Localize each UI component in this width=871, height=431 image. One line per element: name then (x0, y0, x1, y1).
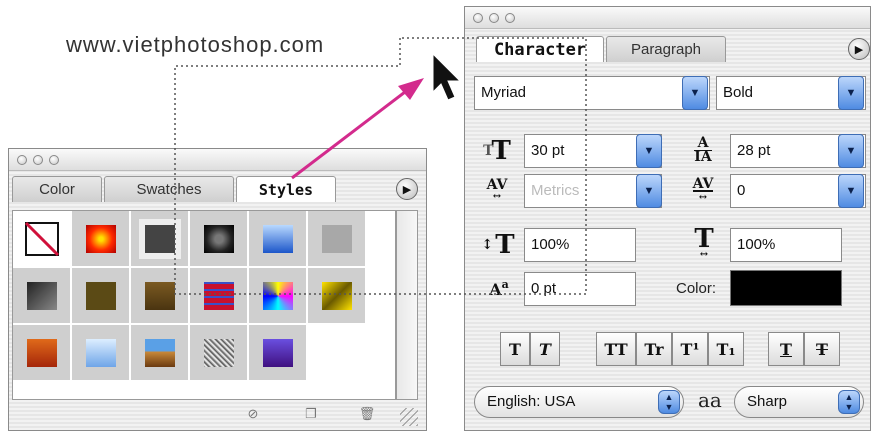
style-swatch-red-stripes[interactable] (190, 268, 248, 324)
language-value: English: USA (487, 393, 576, 410)
chevron-down-icon: ▼ (643, 185, 655, 197)
zoom-dot[interactable] (49, 154, 59, 165)
chevron-down-icon: ▼ (689, 87, 701, 99)
baseline-shift-input[interactable]: 0 pt (524, 272, 636, 306)
font-size-icon: TT (483, 136, 511, 166)
language-select[interactable]: English: USA ▲ ▼ (474, 386, 684, 418)
character-panel-menu-button[interactable]: ▶ (848, 38, 870, 60)
chevron-down-icon: ▼ (845, 185, 857, 197)
kerning-dropdown-button[interactable]: ▼ (636, 174, 662, 208)
resize-grip-icon[interactable] (400, 408, 418, 426)
text-color-swatch[interactable] (730, 270, 842, 306)
antialias-value: Sharp (747, 393, 788, 410)
tab-styles[interactable]: Styles (236, 176, 336, 202)
chevron-down-icon: ▼ (845, 87, 857, 99)
styles-panel-menu-button[interactable]: ▶ (396, 178, 418, 200)
tracking-dropdown-button[interactable]: ▼ (838, 174, 864, 208)
new-style-icon[interactable]: ❐ (300, 404, 322, 424)
style-swatch-multicolor[interactable] (249, 268, 307, 324)
mouse-cursor-icon (432, 52, 462, 101)
style-swatch-yellow-marble[interactable] (308, 268, 366, 324)
style-swatch-olive[interactable] (72, 268, 130, 324)
horizontal-scale-input[interactable]: 100% (730, 228, 842, 262)
no-style-icon (24, 221, 59, 256)
antialias-select[interactable]: Sharp ▲ ▼ (734, 386, 864, 418)
all-caps-button[interactable]: TT (596, 332, 636, 366)
close-dot[interactable] (17, 154, 27, 165)
minimize-dot[interactable] (489, 12, 499, 23)
leading-dropdown-button[interactable]: ▼ (838, 134, 864, 168)
style-swatch-grey[interactable] (308, 211, 366, 267)
up-down-arrows-icon: ▲ ▼ (658, 390, 680, 414)
style-swatch-brown[interactable] (131, 268, 189, 324)
baseline-shift-icon: Aa (489, 277, 509, 299)
font-family-dropdown-button[interactable]: ▼ (682, 76, 708, 110)
style-swatch-sunset[interactable] (13, 325, 71, 381)
trash-icon[interactable]: 🗑 (356, 404, 378, 424)
zoom-dot[interactable] (505, 12, 515, 23)
style-swatch-landscape[interactable] (131, 325, 189, 381)
style-swatch-dark-texture[interactable] (13, 268, 71, 324)
faux-bold-button[interactable]: T (500, 332, 530, 366)
close-dot[interactable] (473, 12, 483, 23)
styles-panel-titlebar[interactable] (9, 149, 426, 171)
style-swatch-dark-inset[interactable] (131, 211, 189, 267)
style-swatch-sky[interactable] (72, 325, 130, 381)
color-label: Color: (676, 280, 717, 297)
font-style-dropdown-button[interactable]: ▼ (838, 76, 864, 110)
play-right-icon: ▶ (402, 183, 412, 196)
style-none[interactable] (13, 211, 71, 267)
font-size-dropdown-button[interactable]: ▼ (636, 134, 662, 168)
tab-swatches[interactable]: Swatches (104, 176, 234, 202)
vertical-scale-input[interactable]: 100% (524, 228, 636, 262)
leading-icon: A IA (694, 134, 712, 165)
tab-character[interactable]: Character (476, 36, 604, 62)
kerning-icon: AV ↔ (486, 177, 508, 202)
tab-color[interactable]: Color (12, 176, 102, 202)
tab-paragraph[interactable]: Paragraph (606, 36, 726, 62)
style-swatch-noise[interactable] (190, 325, 248, 381)
superscript-button[interactable]: T¹ (672, 332, 708, 366)
antialias-icon: aa (698, 388, 722, 412)
subscript-button[interactable]: T₁ (708, 332, 744, 366)
character-panel-titlebar[interactable] (465, 7, 870, 29)
style-swatch-red-glow[interactable] (72, 211, 130, 267)
no-style-icon[interactable]: ⊘ (242, 404, 264, 424)
vertical-scale-icon: ↕ T (481, 230, 515, 260)
chevron-down-icon: ▼ (845, 145, 857, 157)
style-swatch-chrome-button[interactable] (190, 211, 248, 267)
watermark-text: www.vietphotoshop.com (66, 32, 325, 57)
font-family-select[interactable]: Myriad (474, 76, 710, 110)
small-caps-button[interactable]: Tr (636, 332, 672, 366)
minimize-dot[interactable] (33, 154, 43, 165)
faux-italic-button[interactable]: T (530, 332, 560, 366)
styles-scrollbar[interactable] (396, 210, 418, 400)
style-swatch-blue-glass[interactable] (249, 211, 307, 267)
style-swatch-purple[interactable] (249, 325, 307, 381)
up-down-arrows-icon: ▲ ▼ (838, 390, 860, 414)
strikethrough-button[interactable]: T (804, 332, 840, 366)
chevron-down-icon: ▼ (643, 145, 655, 157)
underline-button[interactable]: T (768, 332, 804, 366)
horizontal-scale-icon: T ↔ (694, 224, 714, 260)
play-right-icon: ▶ (854, 43, 864, 56)
character-panel (464, 6, 871, 431)
tracking-icon: AV ↔ (692, 176, 714, 203)
